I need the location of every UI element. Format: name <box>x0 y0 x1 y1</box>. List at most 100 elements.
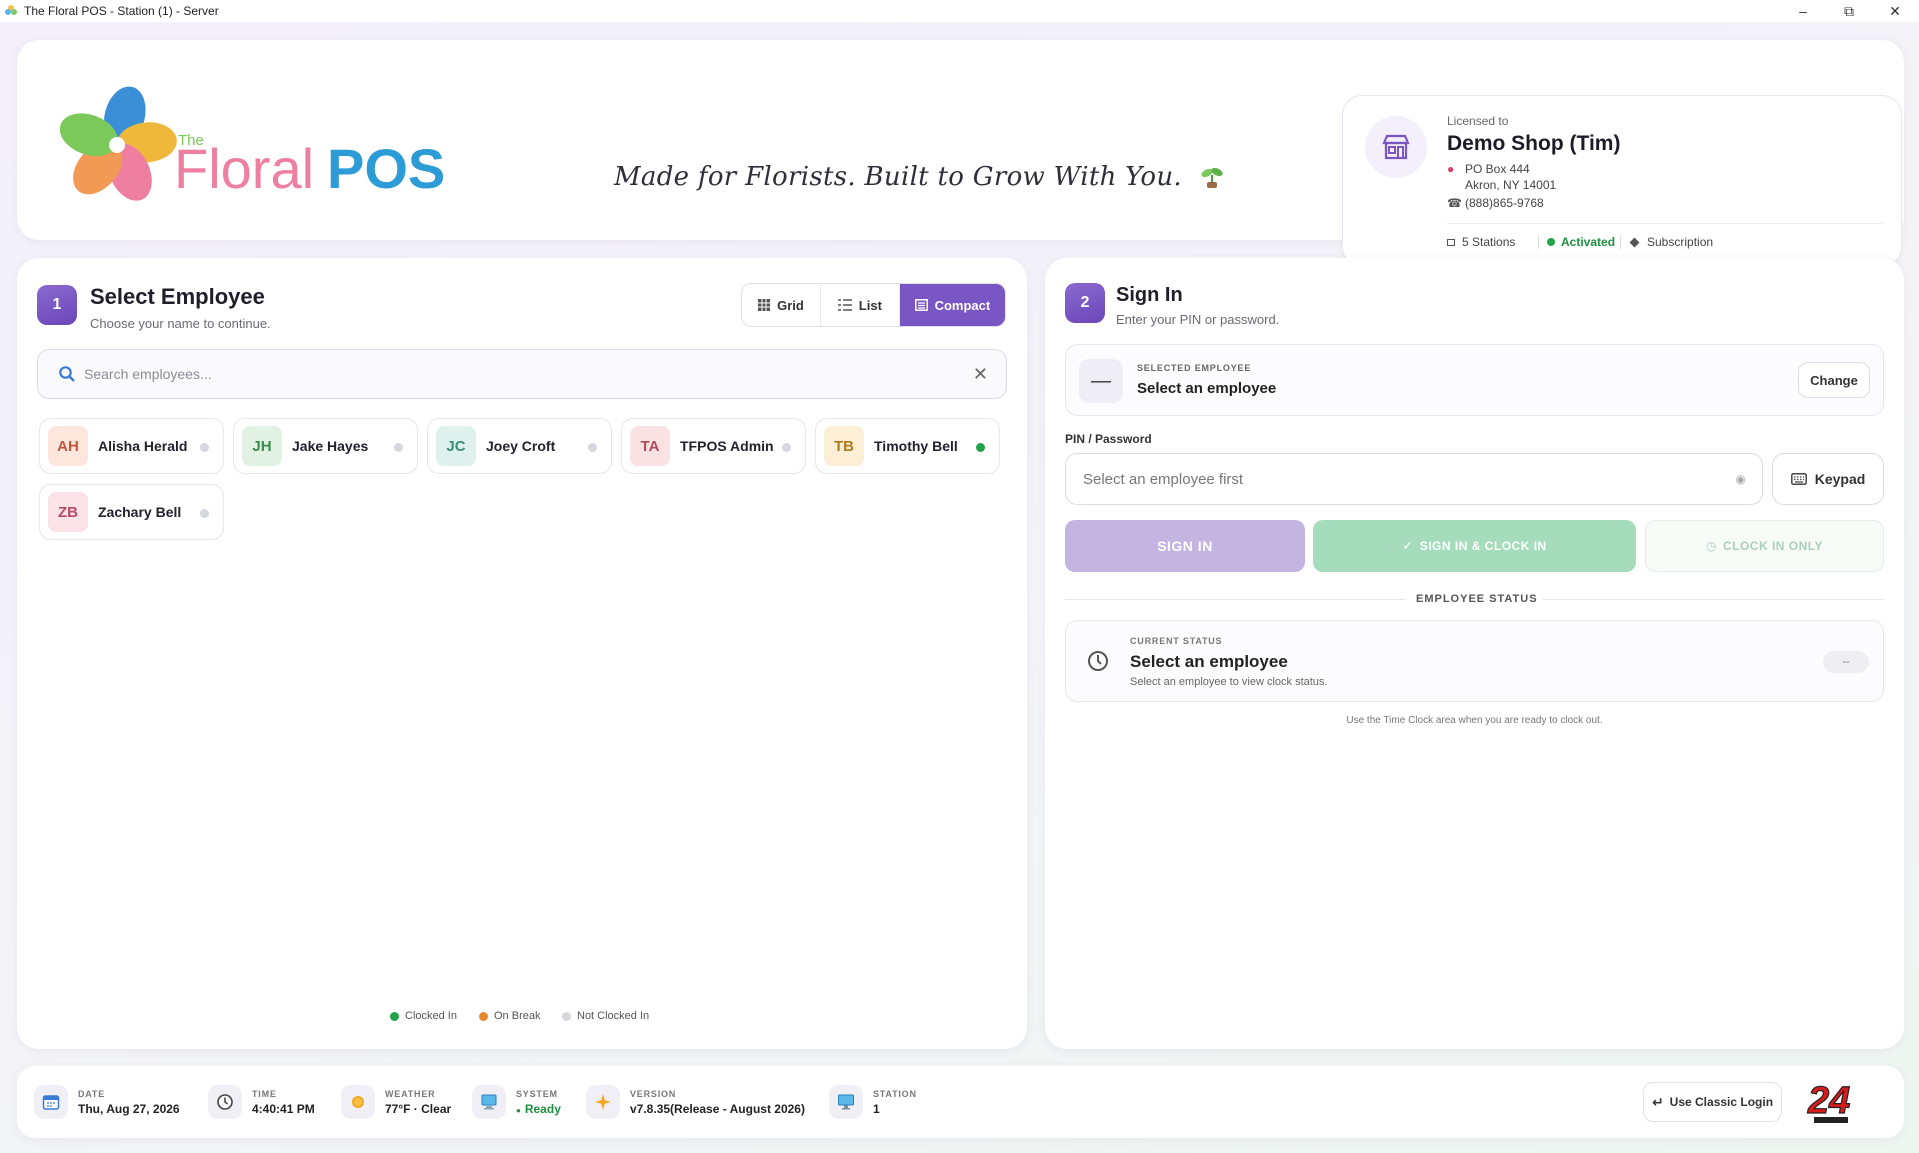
clock-icon: ◷ <box>1705 539 1717 553</box>
eye-icon[interactable]: ◉ <box>1736 472 1746 486</box>
sign-in-panel: 2 Sign In Enter your PIN or password. — … <box>1045 258 1904 1049</box>
legend-not-clocked-in: Not Clocked In <box>562 1010 649 1022</box>
employee-name: Joey Croft <box>486 438 556 454</box>
avatar: JC <box>436 426 476 466</box>
svg-text:Floral: Floral <box>174 137 314 200</box>
employee-name: Jake Hayes <box>292 438 369 454</box>
footer-station: STATION 1 <box>829 1081 917 1123</box>
search-icon <box>59 366 75 382</box>
clear-search-icon[interactable]: ✕ <box>973 364 988 385</box>
employee-name: Timothy Bell <box>874 438 958 454</box>
employee-chip-zachary-bell[interactable]: ZB Zachary Bell <box>39 484 224 540</box>
selected-value: Select an employee <box>1137 380 1277 397</box>
header-card: The Floral POS Made for Florists. Built … <box>17 40 1904 267</box>
current-status-value: Select an employee <box>1130 652 1288 671</box>
employee-search[interactable]: Search employees... ✕ <box>37 349 1007 399</box>
step-2-badge: 2 <box>1065 283 1105 323</box>
activation-status: Activated <box>1538 235 1615 249</box>
step-1-badge: 1 <box>37 285 77 325</box>
employee-chip-jake-hayes[interactable]: JH Jake Hayes <box>233 418 418 474</box>
divider-right <box>1542 599 1884 600</box>
panel-subtitle: Enter your PIN or password. <box>1116 312 1280 327</box>
sparkle-icon <box>586 1085 620 1119</box>
footer-date: DATE Thu, Aug 27, 2026 <box>34 1081 180 1123</box>
employee-chip-joey-croft[interactable]: JC Joey Croft <box>427 418 612 474</box>
calendar-icon <box>34 1085 68 1119</box>
footer-system: SYSTEM ● Ready <box>472 1081 561 1123</box>
selected-employee-box: — SELECTED EMPLOYEE Select an employee C… <box>1065 344 1884 416</box>
current-status-box: CURRENT STATUS Select an employee Select… <box>1065 620 1884 702</box>
address-line1: ● PO Box 444 <box>1447 162 1530 176</box>
close-window-button[interactable]: ✕ <box>1872 0 1918 22</box>
avatar: JH <box>242 426 282 466</box>
avatar: TB <box>824 426 864 466</box>
minimize-button[interactable]: – <box>1780 0 1826 22</box>
avatar: AH <box>48 426 88 466</box>
panel-subtitle: Choose your name to continue. <box>90 316 271 331</box>
legend-on-break: On Break <box>479 1010 540 1022</box>
sign-in-clock-in-button[interactable]: ✓ SIGN IN & CLOCK IN <box>1313 520 1636 572</box>
status-dot-clocked-in <box>976 443 985 452</box>
sign-in-button[interactable]: SIGN IN <box>1065 520 1305 572</box>
return-arrow-icon: ↵ <box>1651 1093 1664 1110</box>
store-icon <box>1365 116 1427 178</box>
ready-dot-icon: ● <box>516 1105 521 1115</box>
logo-flower-icon <box>59 86 177 201</box>
svg-text:24: 24 <box>1807 1080 1850 1122</box>
status-dot <box>200 443 209 452</box>
pin-field[interactable]: Select an employee first ◉ <box>1065 453 1763 505</box>
restore-button[interactable]: ⧉ <box>1826 0 1872 22</box>
svg-text:POS: POS <box>327 137 445 200</box>
employee-chip-alisha-herald[interactable]: AH Alisha Herald <box>39 418 224 474</box>
keyboard-icon <box>1790 473 1807 485</box>
legend-clocked-in: Clocked In <box>390 1010 457 1022</box>
change-button[interactable]: Change <box>1798 362 1870 398</box>
app-flower-icon <box>5 5 17 15</box>
clock-in-only-button[interactable]: ◷ CLOCK IN ONLY <box>1645 520 1884 572</box>
sun-icon <box>341 1085 375 1119</box>
employee-name: TFPOS Admin <box>680 438 774 454</box>
computer-icon <box>472 1085 506 1119</box>
list-icon <box>837 299 852 311</box>
phone-icon: ☎ <box>1447 196 1462 210</box>
license-divider <box>1447 223 1882 224</box>
monitor-icon <box>829 1085 863 1119</box>
map-pin-icon: ● <box>1447 162 1455 176</box>
status-dot <box>394 443 403 452</box>
status-dot <box>588 443 597 452</box>
search-input[interactable]: Search employees... <box>84 366 212 382</box>
current-status-caption: CURRENT STATUS <box>1130 636 1223 646</box>
select-employee-panel: 1 Select Employee Choose your name to co… <box>17 258 1027 1049</box>
employee-status-heading: EMPLOYEE STATUS <box>1416 593 1538 605</box>
footer-weather: WEATHER 77°F · Clear <box>341 1081 451 1123</box>
view-compact-button[interactable]: Compact <box>899 284 1005 326</box>
footer-version: VERSION v7.8.35(Release - August 2026) <box>586 1081 805 1123</box>
view-grid-button[interactable]: Grid <box>742 284 821 326</box>
orange-dot-icon <box>479 1011 488 1021</box>
green-dot-icon <box>390 1011 399 1021</box>
employee-name: Alisha Herald <box>98 438 188 454</box>
compact-icon <box>914 299 928 311</box>
pin-input[interactable]: Select an employee first <box>1083 471 1243 488</box>
selected-caption: SELECTED EMPLOYEE <box>1137 363 1252 373</box>
status-dot <box>782 443 791 452</box>
pin-label: PIN / Password <box>1065 432 1152 446</box>
view-mode-toggle: Grid List Compact <box>741 283 1006 327</box>
employee-chip-timothy-bell[interactable]: TB Timothy Bell <box>815 418 1000 474</box>
shop-name: Demo Shop (Tim) <box>1447 132 1621 155</box>
keypad-button[interactable]: Keypad <box>1772 453 1884 505</box>
sprout-icon <box>1200 167 1223 188</box>
panel-title: Sign In <box>1116 284 1183 306</box>
phone-line: ☎ (888)865-9768 <box>1447 196 1544 210</box>
view-list-button[interactable]: List <box>821 284 900 326</box>
panel-title: Select Employee <box>90 284 265 309</box>
use-classic-login-button[interactable]: ↵ Use Classic Login <box>1643 1082 1782 1122</box>
tagline: Made for Florists. Built to Grow With Yo… <box>614 162 1225 192</box>
time-clock-note: Use the Time Clock area when you are rea… <box>1346 715 1603 726</box>
subscription-link[interactable]: Subscription <box>1620 235 1713 249</box>
diamond-icon <box>1629 237 1640 247</box>
window-titlebar: The Floral POS - Station (1) - Server – … <box>0 0 1919 22</box>
address-line2: Akron, NY 14001 <box>1465 178 1557 192</box>
gray-dot-icon <box>562 1011 571 1021</box>
employee-chip-tfpos-admin[interactable]: TA TFPOS Admin <box>621 418 806 474</box>
